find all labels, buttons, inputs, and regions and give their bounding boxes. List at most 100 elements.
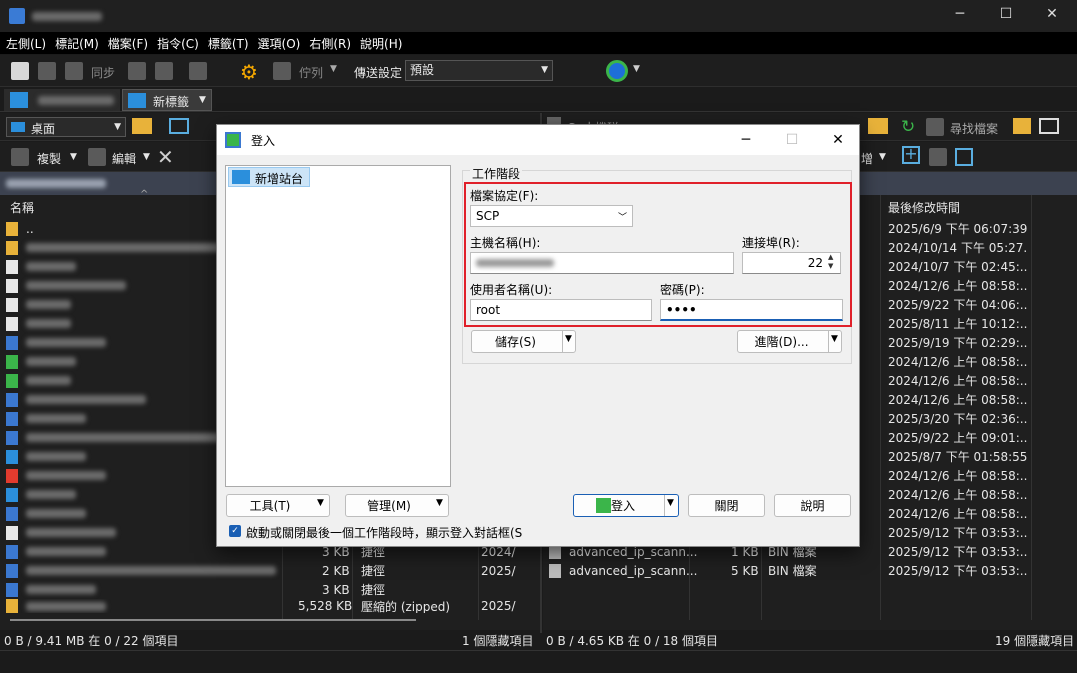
date-cell: 2025/9/19 下午 02:29:... [888, 336, 1028, 350]
chevron-down-icon[interactable]: ▼ [831, 334, 838, 344]
queue-label[interactable]: 佇列 [299, 64, 323, 81]
chevron-down-icon: ▼ [114, 122, 121, 132]
close-dialog-button[interactable]: 關閉 [688, 494, 765, 517]
date-cell: 2024/12/6 上午 08:58:... [888, 374, 1028, 388]
menu-files[interactable]: 檔案(F) [108, 35, 148, 52]
refresh-sync-icon[interactable] [606, 60, 628, 82]
menu-options[interactable]: 選項(O) [258, 35, 301, 52]
menu-left[interactable]: 左側(L) [6, 35, 46, 52]
save-button[interactable]: 儲存(S) ▼ [471, 330, 576, 353]
left-col-name[interactable]: 名稱 [10, 199, 34, 216]
chevron-down-icon[interactable]: ▼ [565, 334, 572, 344]
tools-button[interactable]: 工具(T) ▼ [226, 494, 330, 517]
terminal-icon[interactable] [189, 62, 207, 80]
left-path [6, 179, 106, 188]
chevron-down-icon[interactable]: ▼ [879, 152, 886, 162]
plus-icon[interactable]: + [902, 146, 920, 164]
help-button[interactable]: 說明 [774, 494, 851, 517]
tab-session[interactable] [4, 89, 120, 111]
left-status: 0 B / 9.41 MB 在 0 / 22 個項目 [4, 634, 179, 648]
login-button[interactable]: 登入 ▼ [573, 494, 679, 517]
delete-icon[interactable]: ✕ [157, 145, 174, 169]
manage-button[interactable]: 管理(M) ▼ [345, 494, 449, 517]
find-files-button[interactable]: 尋找檔案 [950, 120, 998, 137]
bookmarks-icon[interactable] [1013, 118, 1031, 134]
filter-icon[interactable] [955, 148, 973, 166]
sync-icon[interactable] [65, 62, 83, 80]
chevron-down-icon[interactable]: ▼ [199, 95, 206, 105]
advanced-button[interactable]: 進階(D)... ▼ [737, 330, 842, 353]
site-tree[interactable]: 新增站台 [225, 165, 451, 487]
view-icon[interactable] [1039, 118, 1059, 134]
show-login-checkbox-label[interactable]: 啟動或關閉最後一個工作階段時，顯示登入對話框(S [246, 524, 538, 541]
maximize-button[interactable]: ☐ [986, 6, 1026, 22]
table-row[interactable]: 3 KB 捷徑 [6, 580, 526, 599]
new-tab-icon [128, 93, 146, 108]
open-folder-icon[interactable] [132, 118, 152, 134]
new-button[interactable]: 增 [861, 150, 873, 167]
edit-button[interactable]: 編輯 [112, 150, 136, 167]
chevron-down-icon: ▼ [317, 498, 324, 508]
copy-files-icon[interactable] [11, 148, 29, 166]
date-cell: 2025/9/12 下午 03:53:... [888, 526, 1028, 540]
login-dialog: 登入 ─ ☐ ✕ 新增站台 工作階段 檔案協定(F): SCP ﹀ 主機名稱(H… [216, 124, 860, 547]
dialog-close-button[interactable]: ✕ [815, 125, 861, 155]
minus-icon[interactable] [929, 148, 947, 166]
sync-dirs-icon[interactable] [38, 62, 56, 80]
tab-new[interactable]: 新標籤 ▼ [122, 89, 212, 111]
left-hidden-count: 1 個隱藏項目 [462, 634, 534, 648]
console-icon[interactable] [128, 62, 146, 80]
menu-commands[interactable]: 指令(C) [157, 35, 199, 52]
login-icon [596, 498, 611, 513]
left-hscrollbar[interactable] [10, 619, 416, 621]
filter-icon[interactable] [169, 118, 189, 134]
queue-icon[interactable] [273, 62, 291, 80]
tab-title [38, 96, 114, 105]
find-files-icon[interactable] [926, 118, 944, 136]
edit-icon[interactable] [88, 148, 106, 166]
show-login-checkbox[interactable]: ✓ [229, 525, 241, 537]
dialog-title-bar: 登入 ─ ☐ ✕ [217, 125, 859, 155]
chevron-down-icon[interactable]: ▼ [143, 152, 150, 162]
close-button[interactable]: ✕ [1032, 6, 1072, 22]
dialog-minimize-button[interactable]: ─ [723, 125, 769, 155]
tab-new-label: 新標籤 [153, 95, 190, 109]
tab-strip: 新標籤 ▼ [0, 87, 1077, 112]
left-drive-select[interactable]: 桌面 ▼ [6, 117, 126, 137]
chevron-down-icon[interactable]: ▼ [667, 498, 674, 508]
new-site-item[interactable]: 新增站台 [228, 167, 310, 187]
minimize-button[interactable]: ─ [940, 6, 980, 22]
sync-label[interactable]: 同步 [91, 64, 115, 81]
dialog-title: 登入 [251, 133, 276, 148]
transfer-settings-select[interactable]: 預設 ▼ [405, 60, 553, 81]
window-title [32, 12, 102, 21]
compare-icon[interactable] [11, 62, 29, 80]
copy-icon[interactable] [155, 62, 173, 80]
session-group-label: 工作階段 [470, 165, 523, 182]
menu-mark[interactable]: 標記(M) [55, 35, 99, 52]
computer-icon [232, 170, 250, 184]
refresh-icon[interactable]: ↻ [901, 117, 915, 137]
highlight-box [464, 182, 852, 327]
table-row[interactable]: 5,528 KB 壓縮的 (zipped) 2025/ [6, 599, 526, 613]
menu-right[interactable]: 右側(R) [309, 35, 351, 52]
menu-tabs[interactable]: 標籤(T) [208, 35, 249, 52]
left-drive-label: 桌面 [31, 122, 56, 136]
gear-icon[interactable]: ⚙ [240, 60, 258, 84]
date-cell: 2025/9/12 下午 03:53:... [888, 545, 1028, 559]
menu-bar: 左側(L) 標記(M) 檔案(F) 指令(C) 標籤(T) 選項(O) 右側(R… [0, 32, 1077, 54]
date-cell: 2025/9/22 上午 09:01:... [888, 431, 1028, 445]
date-cell: 2024/12/6 上午 08:58:... [888, 488, 1028, 502]
chevron-down-icon[interactable]: ▼ [330, 64, 337, 74]
menu-help[interactable]: 說明(H) [360, 35, 402, 52]
table-row[interactable]: advanced_ip_scann... 5 KB BIN 檔案 [549, 561, 879, 580]
chevron-down-icon[interactable]: ▼ [70, 152, 77, 162]
table-row[interactable]: 2 KB 捷徑 2025/ [6, 561, 526, 580]
folder-icon[interactable] [868, 118, 888, 134]
copy-button[interactable]: 複製 [37, 150, 61, 167]
right-col-modified[interactable]: 最後修改時間 [888, 199, 960, 216]
computer-icon [10, 92, 28, 108]
chevron-down-icon[interactable]: ▼ [633, 64, 640, 74]
title-bar: ─ ☐ ✕ [0, 0, 1077, 32]
dialog-maximize-button[interactable]: ☐ [769, 125, 815, 155]
